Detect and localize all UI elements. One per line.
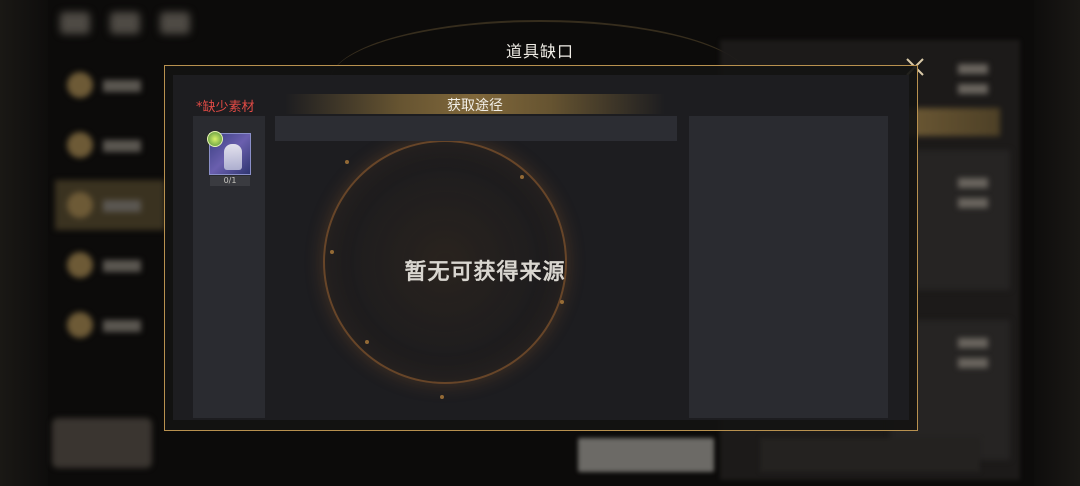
background-text <box>958 358 988 368</box>
sparkle <box>440 395 444 399</box>
acquisition-route-row <box>275 116 677 141</box>
background-bottom-button <box>578 438 714 472</box>
background-right-edge <box>1034 0 1080 486</box>
sparkle <box>560 300 564 304</box>
item-count: 0/1 <box>210 176 250 186</box>
sparkle <box>365 340 369 344</box>
character-card-icon <box>224 144 242 170</box>
background-bottom-left-button <box>52 418 152 468</box>
background-text <box>958 338 988 348</box>
background-top-icons <box>60 12 220 40</box>
background-left-edge <box>0 0 48 486</box>
background-text <box>958 64 988 74</box>
sparkle <box>520 175 524 179</box>
detail-panel <box>689 116 888 418</box>
sparkle <box>345 160 349 164</box>
empty-message: 暂无可获得来源 <box>404 260 566 285</box>
sparkle <box>330 250 334 254</box>
missing-materials-label: *缺少素材 <box>196 100 255 115</box>
background-text <box>958 84 988 94</box>
dialog-title: 道具缺口 <box>505 42 574 61</box>
material-item-slot[interactable] <box>207 131 251 175</box>
background-text <box>958 198 988 208</box>
background-sidebar <box>55 60 165 360</box>
background-bottom-button <box>760 438 980 472</box>
background-text <box>958 178 988 188</box>
rarity-gem-icon <box>207 131 223 147</box>
acquisition-routes-header: 获取途径 <box>447 98 503 114</box>
